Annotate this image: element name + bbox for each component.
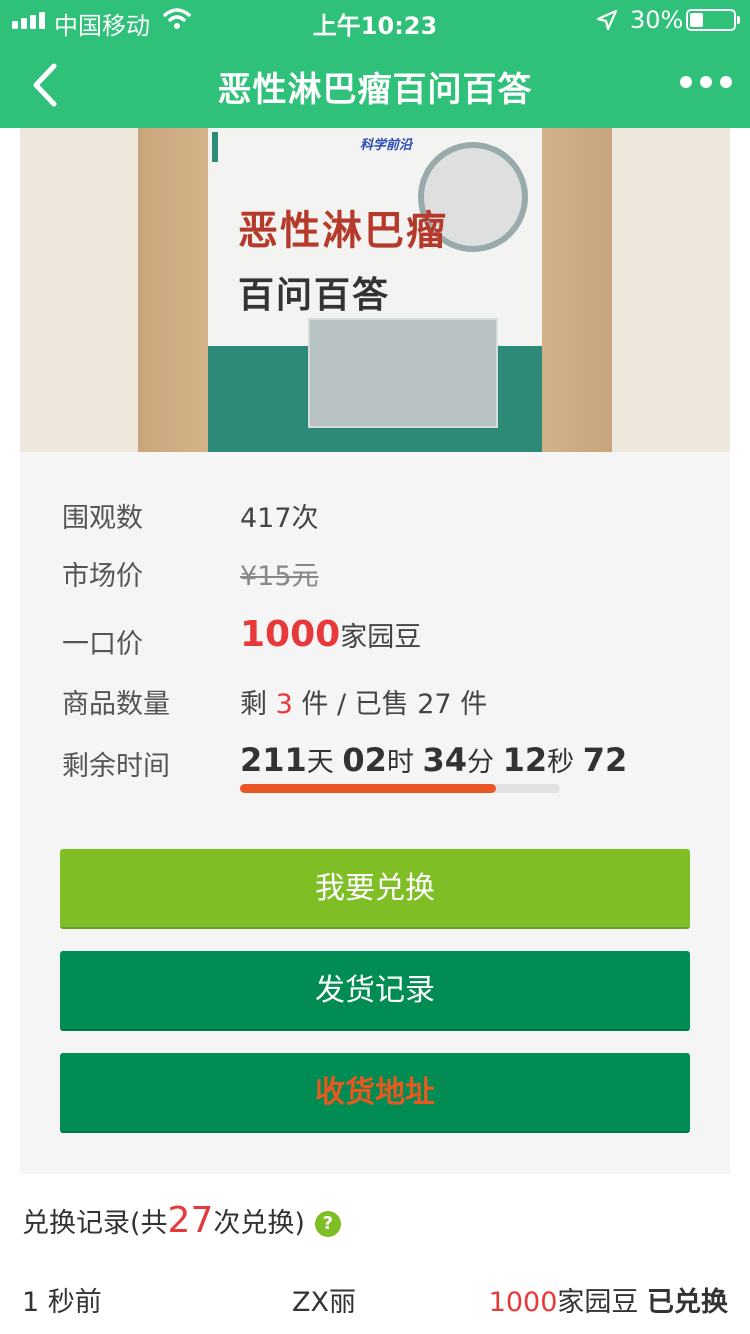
progress-fill	[240, 784, 496, 793]
help-icon[interactable]: ?	[314, 1211, 341, 1237]
exchange-button[interactable]: 我要兑换	[60, 849, 690, 929]
list-item: 1 秒前 ZX丽 1000家园豆 已兑换	[0, 1280, 750, 1320]
timer-days: 211	[240, 741, 307, 779]
battery-percent: 30%	[630, 6, 684, 34]
time-left-label: 剩余时间	[62, 751, 170, 782]
shipping-address-button[interactable]: 收货地址	[60, 1053, 690, 1133]
price-number: 1000	[240, 614, 341, 655]
record-time: 1 秒前	[22, 1287, 102, 1318]
views-value: 417次	[240, 503, 319, 534]
timer-seconds-unit: 秒	[547, 747, 575, 778]
record-amount: 1000家园豆 已兑换	[489, 1280, 728, 1319]
qty-sold: 27	[417, 689, 452, 720]
timer-hours: 02	[342, 741, 387, 779]
timer-minutes-unit: 分	[467, 747, 495, 778]
timer-hours-unit: 时	[386, 747, 414, 778]
cover-title-line2: 百问百答	[238, 275, 391, 316]
price-unit: 家园豆	[340, 622, 422, 653]
record-user: ZX丽	[292, 1287, 356, 1318]
timer-minutes: 34	[422, 741, 468, 779]
records-count: 27	[167, 1200, 214, 1241]
records-title-prefix: 兑换记录(共	[22, 1208, 168, 1239]
records-title-suffix: 次兑换)	[213, 1208, 305, 1239]
exchange-records-title: 兑换记录(共27次兑换)?	[22, 1200, 341, 1241]
more-options-icon[interactable]	[680, 76, 732, 88]
top-bar: 中国移动 上午10:23 30% 恶性淋巴瘤百问百答	[0, 0, 750, 128]
page-title: 恶性淋巴瘤百问百答	[217, 70, 533, 110]
quantity-value: 剩 3 件 / 已售 27 件	[240, 682, 487, 721]
timer-days-unit: 天	[306, 747, 334, 778]
location-arrow-icon	[596, 9, 618, 31]
time-progress-bar	[240, 784, 560, 793]
record-status: 已兑换	[647, 1287, 728, 1318]
fixed-price-label: 一口价	[62, 629, 143, 660]
countdown-timer: 211天 02时 34分 12秒 72	[240, 740, 627, 779]
shipping-records-button[interactable]: 发货记录	[60, 951, 690, 1031]
market-price-label: 市场价	[62, 561, 143, 592]
qty-prefix: 剩	[240, 689, 267, 720]
record-amount-number: 1000	[488, 1287, 558, 1318]
cover-title-line1: 恶性淋巴瘤	[238, 208, 448, 254]
product-image: 科学前沿 恶性淋巴瘤 百问百答	[20, 128, 730, 452]
qty-suffix: 件	[460, 689, 488, 720]
record-amount-unit: 家园豆	[557, 1287, 639, 1318]
timer-seconds: 12	[502, 741, 548, 779]
qty-remaining: 3	[275, 689, 293, 720]
status-bar: 中国移动 上午10:23 30%	[0, 0, 750, 40]
cover-tag: 科学前沿	[360, 138, 413, 153]
product-info-panel: 围观数 417次 市场价 ¥15元 一口价 1000家园豆 商品数量 剩 3 件…	[20, 452, 730, 1174]
timer-ms: 72	[582, 741, 628, 779]
qty-middle: 件 / 已售	[301, 689, 409, 720]
quantity-label: 商品数量	[62, 689, 170, 720]
book-cover: 科学前沿 恶性淋巴瘤 百问百答	[208, 128, 542, 452]
views-label: 围观数	[62, 503, 143, 534]
fixed-price-value: 1000家园豆	[240, 614, 421, 655]
battery-icon	[686, 9, 740, 31]
market-price-value: ¥15元	[240, 561, 319, 592]
